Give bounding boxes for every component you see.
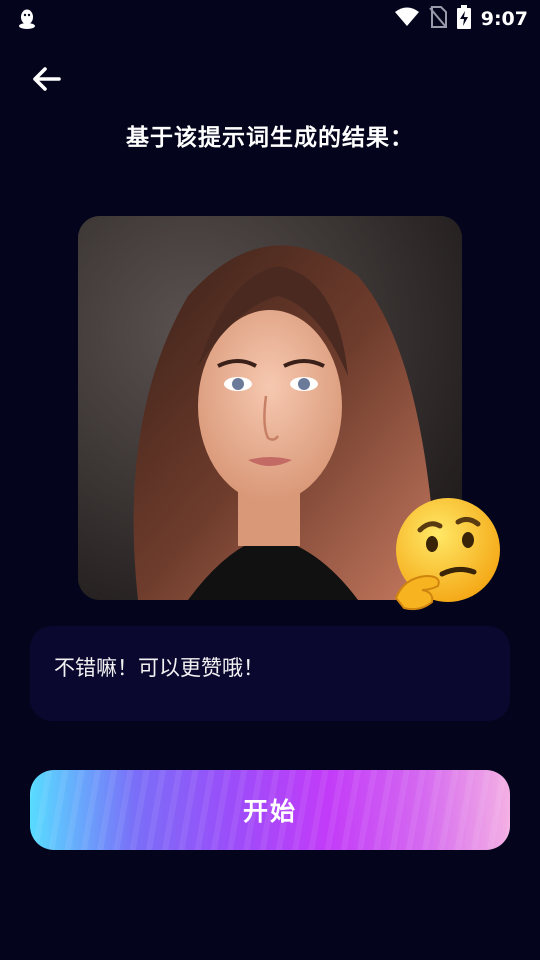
feedback-comment-text: 不错嘛！可以更赞哦！ xyxy=(54,656,264,680)
qq-icon xyxy=(16,8,38,30)
status-bar: 9:07 xyxy=(0,0,540,38)
feedback-comment-box: 不错嘛！可以更赞哦！ xyxy=(30,626,510,721)
battery-charging-icon xyxy=(456,5,471,33)
page-title: 基于该提示词生成的结果： xyxy=(126,125,414,151)
wifi-icon xyxy=(394,7,419,31)
status-time: 9:07 xyxy=(480,8,528,30)
no-sim-icon xyxy=(428,6,447,32)
thinking-face-emoji xyxy=(386,494,506,614)
arrow-left-icon xyxy=(33,67,61,91)
start-button-label: 开始 xyxy=(242,797,297,826)
back-button[interactable] xyxy=(28,62,64,96)
status-icons: 9:07 xyxy=(394,5,528,33)
start-button[interactable]: 开始 xyxy=(30,770,510,850)
